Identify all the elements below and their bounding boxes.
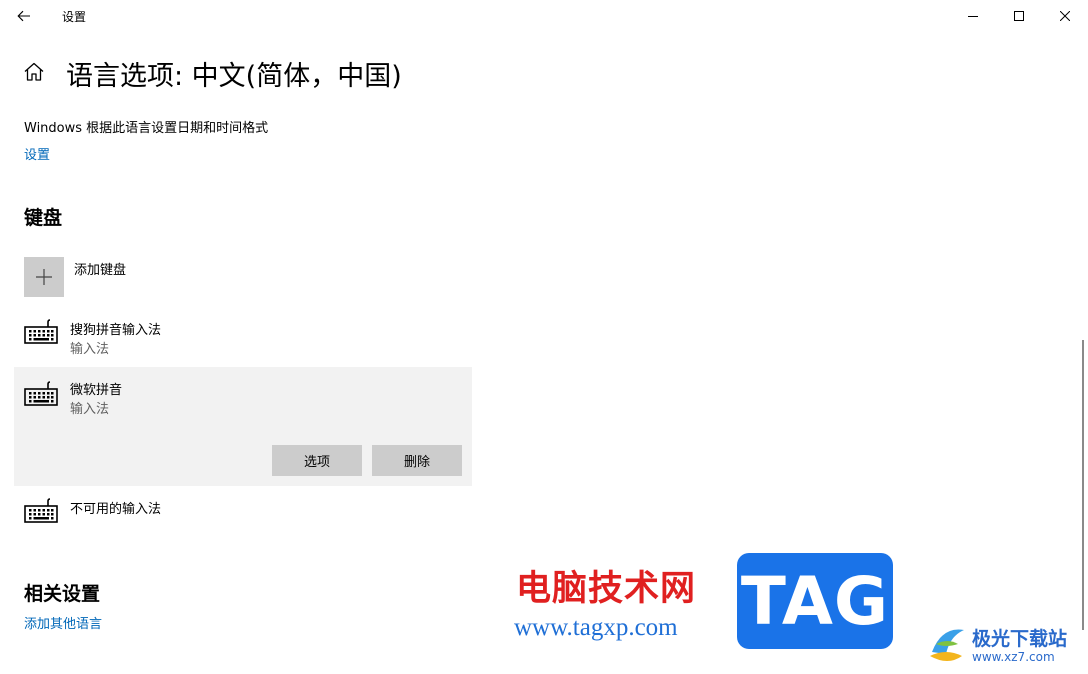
add-keyboard-label: 添加键盘 <box>74 263 127 278</box>
add-keyboard-tile <box>24 257 64 297</box>
regional-settings-link[interactable]: 设置 <box>24 144 50 163</box>
keyboard-name: 搜狗拼音输入法 <box>70 323 162 338</box>
home-icon <box>24 62 44 81</box>
keyboard-item-microsoft-pinyin[interactable]: 微软拼音 输入法 选项 删除 <box>14 367 472 486</box>
remove-button[interactable]: 删除 <box>372 445 462 476</box>
plus-icon <box>36 269 52 285</box>
add-keyboard-button[interactable]: 添加键盘 <box>24 257 444 297</box>
back-button[interactable] <box>8 2 40 30</box>
keyboard-item-sogou[interactable]: 搜狗拼音输入法 输入法 <box>14 319 472 363</box>
close-button[interactable] <box>1042 0 1088 32</box>
keyboard-icon <box>24 319 58 344</box>
watermark-logo2-name: 极光下载站 <box>972 628 1068 650</box>
related-settings-title: 相关设置 <box>24 583 101 605</box>
maximize-icon <box>1014 11 1024 21</box>
keyboard-name: 微软拼音 <box>70 383 123 398</box>
title-bar: 设置 <box>0 0 1088 32</box>
keyboard-type: 输入法 <box>70 342 110 357</box>
minimize-icon <box>968 16 978 17</box>
close-icon <box>1060 11 1070 21</box>
maximize-button[interactable] <box>996 0 1042 32</box>
keyboard-type: 输入法 <box>70 402 110 417</box>
keyboard-item-unavailable[interactable]: 不可用的输入法 <box>14 498 472 528</box>
watermark-site-url: www.tagxp.com <box>514 614 678 641</box>
watermark-logo2-url: www.xz7.com <box>972 650 1055 664</box>
add-other-language-link[interactable]: 添加其他语言 <box>24 613 102 632</box>
scrollbar[interactable] <box>1082 340 1084 630</box>
home-button[interactable] <box>22 60 46 84</box>
keyboard-name: 不可用的输入法 <box>70 502 162 517</box>
minimize-button[interactable] <box>950 0 996 32</box>
page-title: 语言选项: 中文(简体，中国) <box>66 61 402 92</box>
aurora-logo-icon <box>930 629 964 661</box>
back-arrow-icon <box>17 10 30 22</box>
options-button[interactable]: 选项 <box>272 445 362 476</box>
keyboard-section-title: 键盘 <box>24 207 63 229</box>
regional-format-description: Windows 根据此语言设置日期和时间格式 <box>24 121 269 136</box>
keyboard-icon <box>24 498 58 523</box>
app-title: 设置 <box>62 10 87 24</box>
watermark-tag-logo: TAG <box>737 553 893 649</box>
watermark-site-name: 电脑技术网 <box>516 569 697 609</box>
keyboard-icon <box>24 381 58 406</box>
